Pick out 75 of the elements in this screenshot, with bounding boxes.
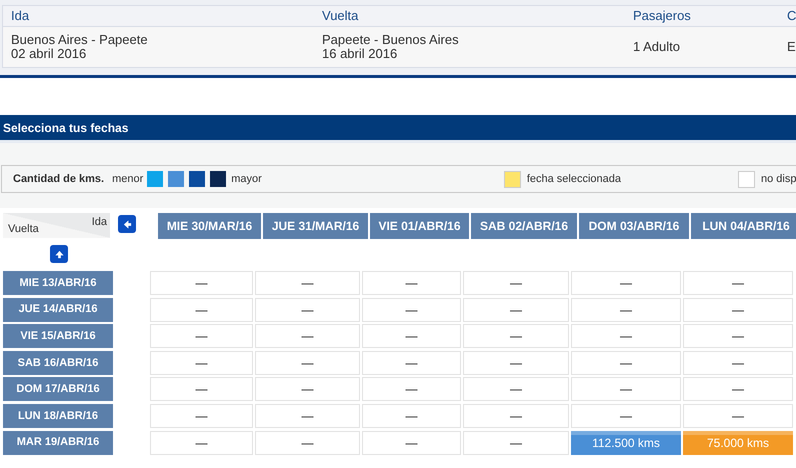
date-header: JUE 14/ABR/16 xyxy=(3,298,113,322)
table-cell: — xyxy=(463,430,569,455)
previous-button[interactable] xyxy=(118,215,136,233)
column-header: C xyxy=(787,8,796,23)
corner-label: Ida xyxy=(92,215,107,230)
table-cell: — xyxy=(362,404,461,428)
table-cell: — xyxy=(255,350,360,375)
table-cell: — xyxy=(362,324,461,348)
column-header: Pasajeros xyxy=(633,8,691,23)
date-header: SAB 02/ABR/16 xyxy=(471,213,577,239)
legend-text: no disp xyxy=(761,172,796,187)
date-header: VIE 01/ABR/16 xyxy=(370,213,469,239)
table-cell: — xyxy=(463,271,569,295)
table-cell-text: Papeete - Buenos Aires 16 abril 2016 xyxy=(322,33,460,61)
column-header: Ida xyxy=(11,8,30,23)
table-cell: — xyxy=(571,271,681,295)
table-cell: — xyxy=(571,350,681,375)
date-header: DOM 17/ABR/16 xyxy=(3,377,113,402)
table-cell: — xyxy=(571,298,681,322)
date-header: LUN 18/ABR/16 xyxy=(3,404,113,428)
table-cell: — xyxy=(683,271,793,295)
legend-text: fecha seleccionada xyxy=(526,172,622,187)
previous-button[interactable] xyxy=(50,245,68,263)
table-cell: — xyxy=(362,430,461,455)
fare-cell[interactable]: 75.000 kms xyxy=(683,430,793,455)
column-header: Vuelta xyxy=(322,8,358,23)
table-cell: — xyxy=(463,404,569,428)
table-cell: — xyxy=(362,271,461,295)
legend-text: menor xyxy=(112,172,144,187)
table-cell: — xyxy=(255,430,360,455)
table-cell: — xyxy=(571,377,681,402)
table-cell: — xyxy=(150,430,253,455)
section-title: Selecciona tus fechas xyxy=(3,120,128,136)
left-arrow-icon xyxy=(122,220,132,228)
table-cell: — xyxy=(683,298,793,322)
date-header: MIE 13/ABR/16 xyxy=(3,271,113,295)
table-cell: — xyxy=(362,350,461,375)
table-cell: — xyxy=(150,404,253,428)
table-cell: — xyxy=(683,377,793,402)
table-cell-text: 1 Adulto xyxy=(633,40,681,54)
table-cell: — xyxy=(255,298,360,322)
table-cell: — xyxy=(683,404,793,428)
date-header: LUN 04/ABR/16 xyxy=(691,213,796,239)
table-cell: — xyxy=(150,350,253,375)
table-cell: — xyxy=(571,404,681,428)
table-cell: — xyxy=(463,350,569,375)
table-cell: — xyxy=(683,350,793,375)
up-arrow-icon xyxy=(54,250,64,258)
table-cell: — xyxy=(255,404,360,428)
table-cell: — xyxy=(571,324,681,348)
date-header: JUE 31/MAR/16 xyxy=(263,213,368,239)
legend-text: mayor xyxy=(231,172,262,187)
table-cell: — xyxy=(255,377,360,402)
legend-label: Cantidad de kms. xyxy=(13,172,104,187)
fare-cell[interactable]: 112.500 kms xyxy=(571,430,681,455)
table-cell-text: Buenos Aires - Papeete 02 abril 2016 xyxy=(11,33,149,61)
table-cell: — xyxy=(255,324,360,348)
table-cell: — xyxy=(150,271,253,295)
date-header: SAB 16/ABR/16 xyxy=(3,350,113,375)
date-header: MAR 19/ABR/16 xyxy=(3,430,113,455)
table-cell: — xyxy=(683,324,793,348)
date-header: VIE 15/ABR/16 xyxy=(3,324,113,348)
table-cell: — xyxy=(463,298,569,322)
table-cell: — xyxy=(362,377,461,402)
table-cell: E xyxy=(787,40,796,54)
table-cell: — xyxy=(463,324,569,348)
date-header: MIE 30/MAR/16 xyxy=(158,213,261,239)
table-cell: — xyxy=(150,324,253,348)
date-header: DOM 03/ABR/16 xyxy=(579,213,689,239)
corner-label: Vuelta xyxy=(8,222,39,236)
table-cell: — xyxy=(150,377,253,402)
table-cell: — xyxy=(150,298,253,322)
table-cell: — xyxy=(463,377,569,402)
table-cell: — xyxy=(255,271,360,295)
table-cell: — xyxy=(362,298,461,322)
